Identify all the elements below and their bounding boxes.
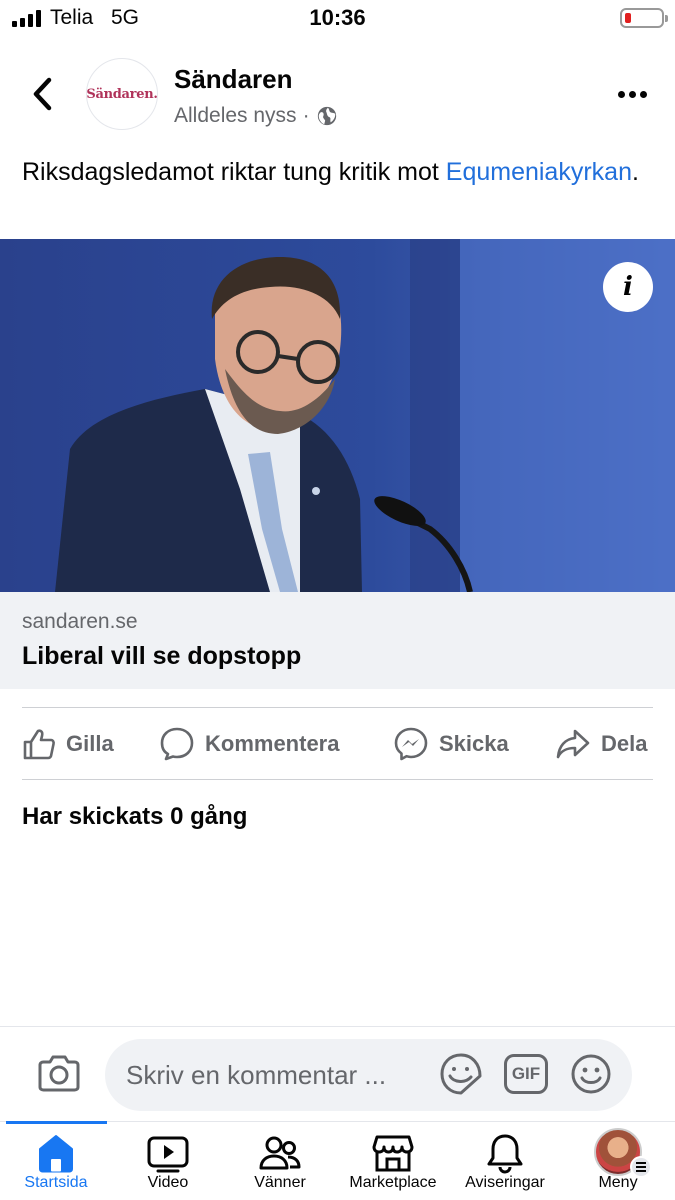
link-title[interactable]: Liberal vill se dopstopp bbox=[22, 642, 301, 671]
like-label: Gilla bbox=[66, 731, 114, 756]
page-name[interactable]: Sändaren bbox=[174, 64, 293, 95]
clock: 10:36 bbox=[309, 5, 366, 30]
post-text: Riksdagsledamot riktar tung kritik mot E… bbox=[22, 156, 652, 189]
more-dot bbox=[628, 90, 636, 98]
marketplace-icon bbox=[372, 1135, 414, 1172]
comment-label: Kommentera bbox=[205, 731, 340, 756]
menu-icon bbox=[630, 1156, 652, 1178]
sticker-icon[interactable] bbox=[439, 1052, 483, 1096]
post-timestamp[interactable]: Alldeles nyss bbox=[174, 104, 297, 128]
share-count-text: Har skickats 0 gång bbox=[22, 803, 248, 830]
post-text-suffix: . bbox=[631, 158, 639, 186]
emoji-icon[interactable] bbox=[569, 1052, 613, 1096]
meta-separator: · bbox=[302, 104, 310, 127]
tab-startsida[interactable]: Startsida bbox=[0, 1128, 116, 1196]
bell-icon bbox=[487, 1134, 523, 1174]
video-icon bbox=[147, 1136, 189, 1173]
active-tab-indicator bbox=[6, 1121, 107, 1124]
share-button[interactable]: Dela bbox=[555, 722, 647, 766]
more-dots-icon bbox=[617, 90, 625, 98]
tab-video[interactable]: Video bbox=[108, 1128, 228, 1196]
status-bar: Telia 5G 10:36 bbox=[0, 0, 675, 38]
link-preview-meta[interactable] bbox=[0, 592, 675, 689]
tab-label: Video bbox=[147, 1174, 189, 1191]
tab-label: Startsida bbox=[24, 1174, 88, 1191]
tab-label: Aviseringar bbox=[465, 1174, 545, 1191]
gif-button[interactable]: GIF bbox=[504, 1054, 548, 1094]
like-button[interactable]: Gilla bbox=[22, 722, 114, 766]
tab-vanner[interactable]: Vänner bbox=[220, 1128, 340, 1196]
page-logo: Sändaren. bbox=[86, 86, 158, 102]
comment-input[interactable] bbox=[105, 1039, 632, 1111]
news-photo bbox=[0, 239, 675, 592]
chevron-left-icon bbox=[33, 77, 52, 111]
battery-icon bbox=[620, 8, 668, 28]
tab-marketplace[interactable]: Marketplace bbox=[333, 1128, 453, 1196]
send-button[interactable]: Skicka bbox=[393, 722, 509, 766]
info-button[interactable]: i bbox=[603, 262, 653, 312]
messenger-icon bbox=[394, 727, 428, 761]
page-avatar[interactable]: Sändaren. bbox=[86, 58, 158, 130]
back-button[interactable] bbox=[22, 72, 62, 116]
friends-icon bbox=[259, 1136, 301, 1170]
post-meta: Alldeles nyss · bbox=[174, 104, 338, 128]
post-text-prefix: Riksdagsledamot riktar tung kritik mot bbox=[22, 158, 446, 186]
more-dot bbox=[639, 90, 647, 98]
post-text-link[interactable]: Equmeniakyrkan bbox=[446, 158, 632, 186]
tab-meny[interactable]: Meny bbox=[558, 1128, 675, 1196]
link-preview-image[interactable] bbox=[0, 239, 675, 592]
tab-label: Marketplace bbox=[349, 1174, 437, 1191]
thumbs-up-icon bbox=[23, 729, 55, 760]
camera-icon[interactable] bbox=[36, 1051, 82, 1097]
home-icon bbox=[39, 1135, 73, 1173]
more-options-button[interactable] bbox=[612, 84, 652, 104]
share-arrow-icon bbox=[556, 729, 590, 759]
comment-bubble-icon bbox=[160, 727, 194, 761]
divider bbox=[22, 779, 653, 780]
tab-aviseringar[interactable]: Aviseringar bbox=[445, 1128, 565, 1196]
divider bbox=[22, 707, 653, 708]
share-label: Dela bbox=[601, 731, 648, 756]
globe-icon bbox=[317, 106, 336, 126]
comment-button[interactable]: Kommentera bbox=[159, 722, 339, 766]
send-label: Skicka bbox=[439, 731, 509, 756]
tab-label: Meny bbox=[598, 1174, 638, 1191]
tab-label: Vänner bbox=[254, 1174, 306, 1191]
link-domain: sandaren.se bbox=[22, 610, 138, 633]
